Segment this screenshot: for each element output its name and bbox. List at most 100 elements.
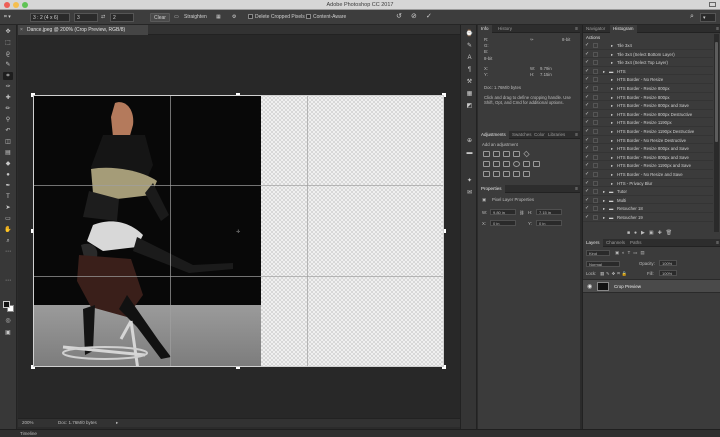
action-item[interactable]: ✓ ▸ HTS Border - No Resize and Save: [583, 171, 713, 179]
more-tools-icon[interactable]: ⋯: [3, 248, 13, 256]
tab-libraries[interactable]: Libraries: [545, 131, 568, 139]
action-enabled-check-icon[interactable]: ✓: [585, 180, 589, 187]
hand-tool-icon[interactable]: ✋: [3, 226, 13, 234]
path-select-tool-icon[interactable]: ➤: [3, 204, 13, 212]
expand-arrow-icon[interactable]: ▸: [611, 76, 613, 84]
reset-icon[interactable]: ↺: [396, 13, 402, 22]
action-dialog-toggle[interactable]: [593, 215, 598, 220]
action-dialog-toggle[interactable]: [593, 60, 598, 66]
quick-mask-icon[interactable]: ◎: [3, 317, 13, 325]
expand-arrow-icon[interactable]: ▸: [603, 68, 605, 76]
layer-filter-select[interactable]: Kind: [586, 250, 610, 256]
crop-handle-right[interactable]: [442, 229, 446, 233]
crop-handle-left[interactable]: [31, 229, 35, 233]
shape-tool-icon[interactable]: ▭: [3, 215, 13, 223]
expand-arrow-icon[interactable]: ▸: [611, 85, 613, 93]
ratio-preset-select[interactable]: 3 : 2 (4 x 6): [30, 13, 70, 22]
action-enabled-check-icon[interactable]: ✓: [585, 162, 589, 169]
curves-adjustment-icon[interactable]: [503, 151, 510, 157]
layer-name[interactable]: Crop Preview: [614, 280, 641, 293]
action-dialog-toggle[interactable]: [593, 111, 598, 117]
crop-handle-top-right[interactable]: [442, 93, 446, 97]
action-dialog-toggle[interactable]: [593, 43, 598, 48]
action-enabled-check-icon[interactable]: ✓: [585, 94, 589, 101]
expand-arrow-icon[interactable]: ▸: [611, 145, 613, 153]
action-dialog-toggle[interactable]: [593, 94, 598, 100]
action-dialog-toggle[interactable]: [593, 103, 598, 109]
lasso-tool-icon[interactable]: ϱ: [3, 50, 13, 58]
brush-settings-icon[interactable]: ✎: [465, 42, 474, 50]
blend-mode-select[interactable]: Normal: [586, 261, 620, 267]
tab-adjustments[interactable]: Adjustments: [478, 131, 509, 139]
panel-menu-icon[interactable]: ≡: [575, 185, 578, 193]
action-enabled-check-icon[interactable]: ✓: [585, 51, 589, 58]
action-enabled-check-icon[interactable]: ✓: [585, 171, 589, 178]
fill-field[interactable]: 100%: [659, 270, 677, 276]
threshold-icon[interactable]: [503, 171, 510, 177]
posterize-icon[interactable]: [493, 171, 500, 177]
action-dialog-toggle[interactable]: [593, 129, 598, 134]
timeline-label[interactable]: Timeline: [20, 431, 37, 436]
actions-scroll-thumb[interactable]: [715, 42, 718, 142]
document-tab[interactable]: × Dance.jpeg @ 200% (Crop Preview, RGB/8…: [18, 25, 148, 35]
tab-paths[interactable]: Paths: [627, 239, 645, 247]
straighten-button[interactable]: Straighten: [184, 13, 207, 22]
action-enabled-check-icon[interactable]: ✓: [585, 102, 589, 109]
expand-arrow-icon[interactable]: ▸: [603, 188, 605, 196]
close-tab-icon[interactable]: ×: [20, 25, 23, 35]
paragraph-panel-icon[interactable]: ¶: [465, 66, 474, 74]
tool-presets-icon[interactable]: ⚒: [465, 78, 474, 86]
expand-arrow-icon[interactable]: ▸: [611, 59, 613, 67]
action-dialog-toggle[interactable]: [593, 68, 598, 74]
tab-properties[interactable]: Properties: [478, 185, 505, 193]
brush-tool-icon[interactable]: ✏: [3, 105, 13, 113]
panel-menu-icon[interactable]: ≡: [575, 25, 578, 33]
action-item[interactable]: ✓ ▸ HTS Border - No Resize: [583, 76, 713, 84]
actions-footer-icons[interactable]: ■●▶▣✚🗑: [627, 231, 676, 236]
action-item[interactable]: ✓ ▸ HTS Border - Resize 1190px: [583, 119, 713, 127]
crop-handle-bottom-right[interactable]: [442, 365, 446, 369]
search-icon[interactable]: ⌕: [690, 13, 694, 22]
expand-arrow-icon[interactable]: ▸: [611, 94, 613, 102]
type-tool-icon[interactable]: T: [3, 193, 13, 201]
tab-navigator[interactable]: Navigator: [583, 25, 608, 33]
action-dialog-toggle[interactable]: [593, 163, 598, 169]
action-enabled-check-icon[interactable]: ✓: [585, 76, 589, 83]
tab-layers[interactable]: Layers: [583, 239, 603, 247]
history-panel-icon[interactable]: ⌚: [465, 30, 474, 38]
crop-tool-icon-active[interactable]: ⌗: [3, 72, 13, 80]
pen-tool-icon[interactable]: ✒: [3, 182, 13, 190]
healing-tool-icon[interactable]: ✚: [3, 94, 13, 102]
expand-arrow-icon[interactable]: ▸: [611, 154, 613, 162]
ratio-width-field[interactable]: 3: [74, 13, 98, 22]
panel-menu-icon[interactable]: ≡: [716, 25, 719, 33]
hue-saturation-icon[interactable]: [483, 161, 490, 167]
action-enabled-check-icon[interactable]: ✓: [585, 59, 589, 66]
action-dialog-toggle[interactable]: [593, 120, 598, 126]
content-aware-checkbox[interactable]: Content-Aware: [306, 13, 346, 22]
character-panel-icon[interactable]: A: [465, 54, 474, 62]
tab-histogram[interactable]: Histogram: [610, 25, 637, 33]
workspace-switcher-icon[interactable]: ▾: [700, 13, 716, 22]
prop-h-field[interactable]: 7.15 in: [536, 209, 562, 215]
overlay-grid-icon[interactable]: ▦: [216, 13, 221, 22]
selective-color-icon[interactable]: [513, 171, 520, 177]
expand-arrow-icon[interactable]: ▸: [611, 137, 613, 145]
photo-filter-icon[interactable]: [513, 161, 520, 167]
gradient-map-icon[interactable]: [523, 171, 530, 177]
action-item[interactable]: ✓ ▸ HTS Border - Resize 800px Destructive: [583, 111, 713, 119]
invert-icon[interactable]: [483, 171, 490, 177]
glyphs-panel-icon[interactable]: ✦: [465, 177, 474, 185]
panel-menu-icon[interactable]: ≡: [716, 239, 719, 247]
expand-arrow-icon[interactable]: ▸: [611, 180, 613, 188]
expand-arrow-icon[interactable]: ▸: [611, 51, 613, 59]
action-enabled-check-icon[interactable]: ✓: [585, 111, 589, 118]
vibrance-adjustment-icon[interactable]: [523, 150, 530, 158]
action-dialog-toggle[interactable]: [593, 154, 598, 160]
action-item[interactable]: ✓ ▸ HTS Border - Resize 1190px Destructive: [583, 128, 713, 136]
link-icon[interactable]: ⛓: [519, 210, 524, 215]
action-item[interactable]: ✓ ▸ Tile 3x4 (Select Bottom Layer): [583, 51, 713, 59]
prop-w-field[interactable]: 9.80 in: [490, 209, 516, 215]
action-item[interactable]: ✓ ▸ HTS Border - Resize 800px: [583, 94, 713, 102]
black-white-icon[interactable]: [503, 161, 510, 167]
